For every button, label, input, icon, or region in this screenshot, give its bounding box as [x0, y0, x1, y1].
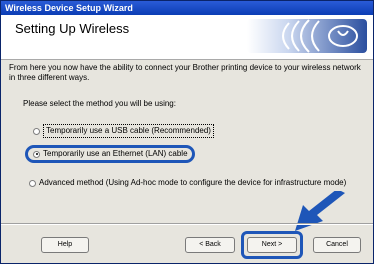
radio-usb[interactable]	[33, 127, 40, 135]
page-title: Setting Up Wireless	[15, 21, 130, 36]
option-advanced-label: Advanced method (Using Ad-hoc mode to co…	[39, 178, 347, 187]
option-advanced[interactable]: Advanced method (Using Ad-hoc mode to co…	[29, 177, 346, 189]
divider	[1, 223, 373, 225]
method-prompt: Please select the method you will be usi…	[23, 99, 176, 108]
radio-advanced[interactable]	[29, 179, 36, 187]
description-text: From here you now have the ability to co…	[9, 63, 361, 82]
option-usb[interactable]: Temporarily use a USB cable (Recommended…	[33, 124, 214, 138]
back-button[interactable]: < Back	[185, 237, 235, 253]
wizard-window: Wireless Device Setup Wizard Setting Up …	[0, 0, 374, 264]
wireless-logo-icon	[247, 19, 367, 53]
header-banner: Setting Up Wireless	[1, 15, 373, 60]
next-button[interactable]: Next >	[247, 237, 297, 253]
help-button[interactable]: Help	[41, 237, 89, 253]
option-ethernet[interactable]: Temporarily use an Ethernet (LAN) cable	[33, 148, 188, 160]
cancel-button[interactable]: Cancel	[313, 237, 361, 253]
option-ethernet-label: Temporarily use an Ethernet (LAN) cable	[43, 149, 188, 158]
title-bar: Wireless Device Setup Wizard	[1, 1, 373, 15]
option-usb-label: Temporarily use a USB cable (Recommended…	[43, 124, 214, 138]
radio-ethernet[interactable]	[33, 150, 40, 158]
